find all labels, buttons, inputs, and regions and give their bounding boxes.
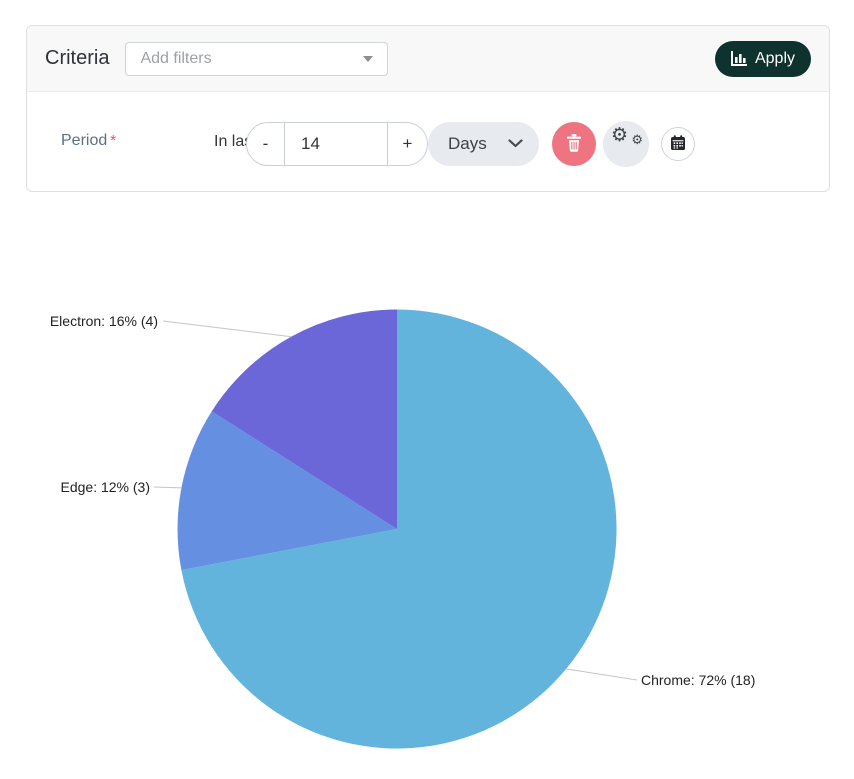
period-value-input[interactable] (284, 123, 388, 165)
calendar-icon (670, 135, 686, 154)
criteria-title: Criteria (45, 47, 109, 70)
settings-button[interactable]: ⚙ ⚙ (603, 121, 649, 167)
period-label: Period* (61, 132, 116, 150)
caret-down-icon (363, 56, 373, 62)
period-value-stepper: - + (246, 122, 428, 166)
pie-label-chrome: Chrome: 72% (18) (641, 672, 755, 688)
pie-connector-electron (163, 321, 291, 337)
required-asterisk: * (110, 132, 116, 149)
pie-connector-edge (154, 487, 181, 488)
apply-button-label: Apply (755, 50, 795, 68)
pie-label-edge: Edge: 12% (3) (40, 479, 150, 495)
delete-filter-button[interactable] (552, 122, 596, 166)
apply-button[interactable]: Apply (715, 41, 811, 77)
period-unit-select[interactable]: Days (428, 122, 539, 166)
pie-connector-chrome (566, 669, 637, 680)
add-filters-placeholder: Add filters (140, 50, 211, 68)
decrement-button[interactable]: - (247, 123, 284, 165)
criteria-header: Criteria Add filters Apply (27, 26, 829, 92)
period-row: Period* In last - + Days (27, 92, 829, 192)
calendar-button[interactable] (661, 127, 695, 161)
chevron-down-icon (508, 135, 523, 153)
add-filters-select[interactable]: Add filters (125, 42, 388, 76)
gears-icon: ⚙ ⚙ (611, 130, 641, 158)
trash-icon (566, 134, 582, 155)
criteria-card: Criteria Add filters Apply Period* In la… (26, 25, 830, 192)
period-unit-value: Days (448, 134, 487, 154)
increment-button[interactable]: + (388, 123, 427, 165)
bar-chart-icon (731, 51, 748, 66)
pie-label-electron: Electron: 16% (4) (40, 313, 158, 329)
